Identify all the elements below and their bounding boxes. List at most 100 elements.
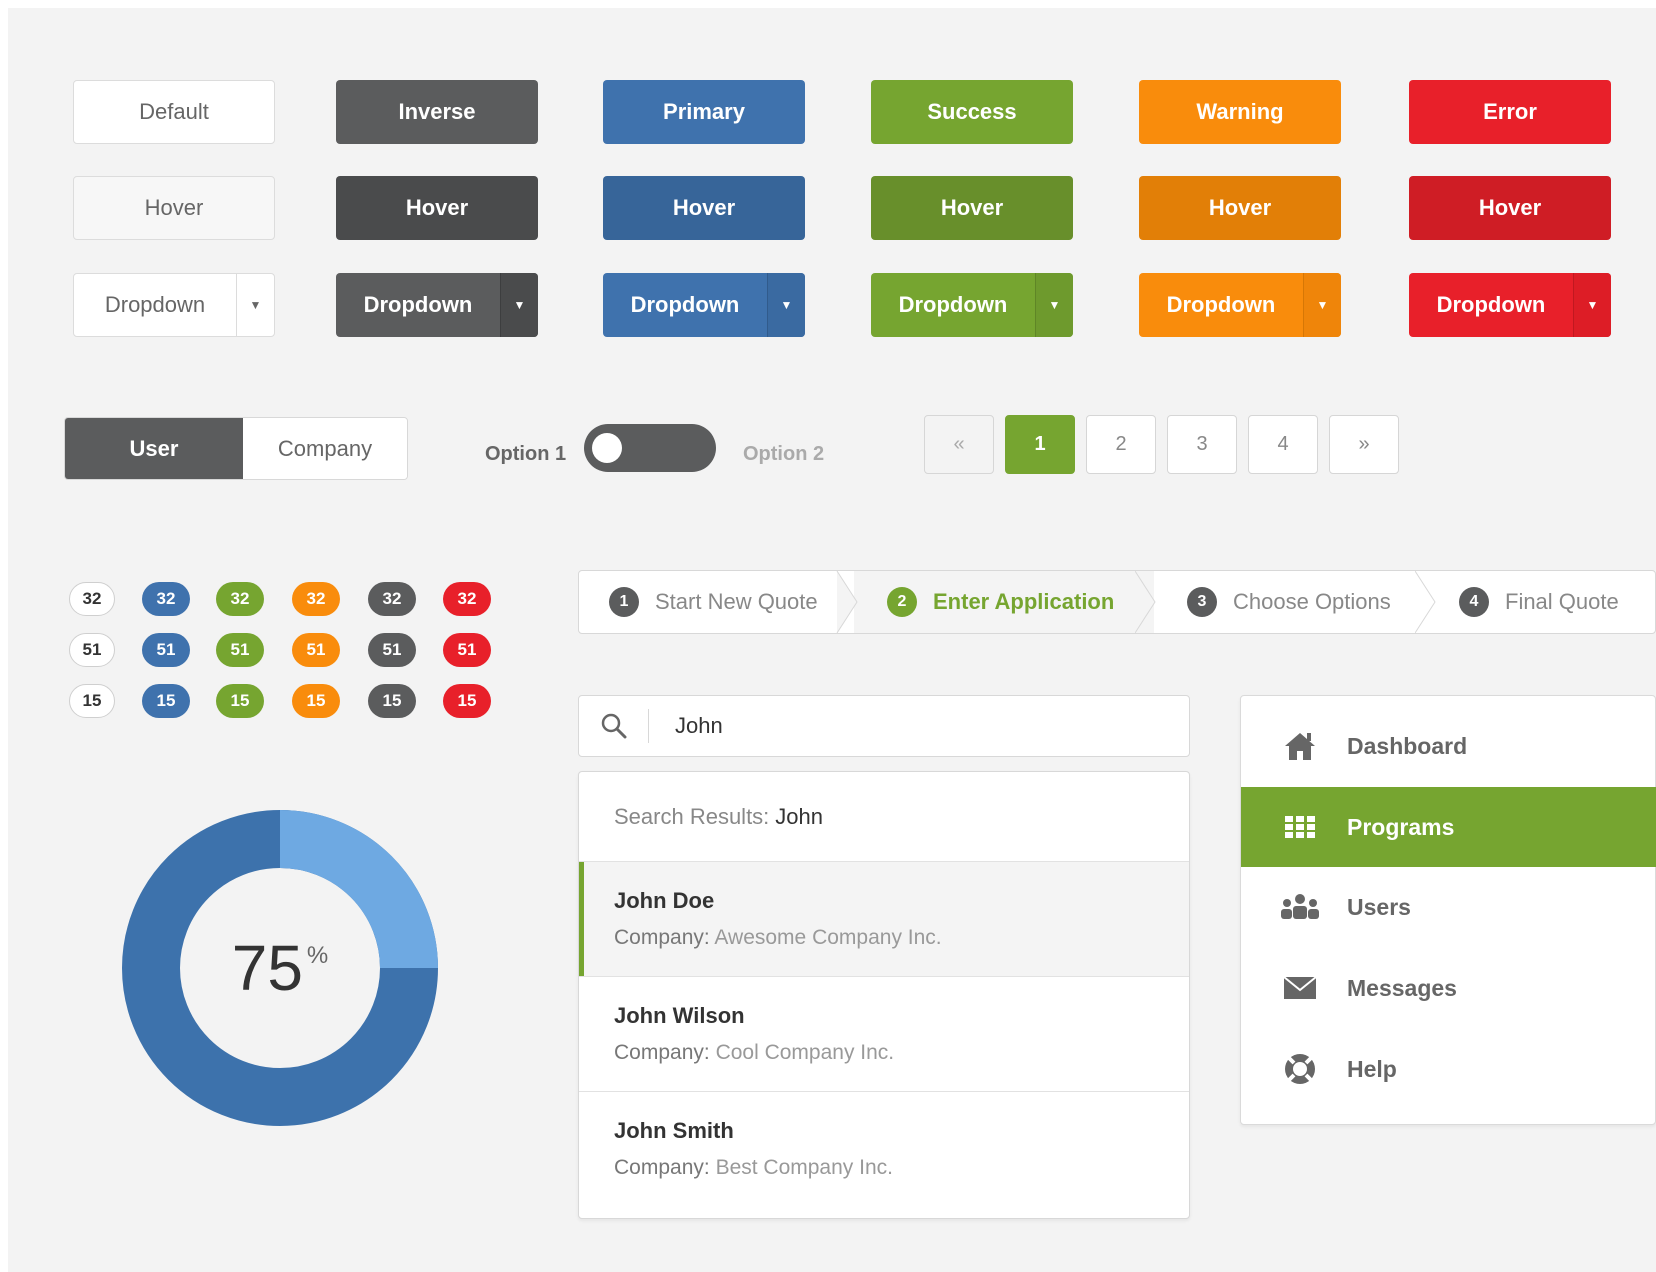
progress-donut-chart: 75 % bbox=[118, 806, 442, 1130]
success-hover-button[interactable]: Hover bbox=[871, 176, 1073, 240]
badge-inverse: 51 bbox=[368, 633, 416, 667]
badge-success: 51 bbox=[216, 633, 264, 667]
warning-hover-button[interactable]: Hover bbox=[1139, 176, 1341, 240]
primary-dropdown-button[interactable]: Dropdown ▼ bbox=[603, 273, 805, 337]
dropdown-label: Dropdown bbox=[630, 292, 740, 317]
step-final-quote[interactable]: 4 Final Quote bbox=[1459, 571, 1619, 633]
pagination-next-button[interactable]: » bbox=[1329, 415, 1399, 474]
pagination-page-1[interactable]: 1 bbox=[1005, 415, 1075, 474]
step-enter-application[interactable]: 2 Enter Application bbox=[887, 571, 1114, 633]
nav-item-programs[interactable]: Programs bbox=[1241, 787, 1656, 867]
search-results-heading: Search Results: John bbox=[579, 772, 1189, 862]
pagination-page-4[interactable]: 4 bbox=[1248, 415, 1318, 474]
toggle-knob bbox=[592, 433, 622, 463]
caret-down-icon[interactable]: ▼ bbox=[767, 273, 805, 337]
nav-label: Messages bbox=[1347, 974, 1457, 1001]
segment-user[interactable]: User bbox=[65, 418, 243, 479]
search-input[interactable] bbox=[675, 713, 1155, 739]
nav-item-help[interactable]: Help bbox=[1241, 1029, 1656, 1109]
badge-primary: 15 bbox=[142, 684, 190, 718]
donut-value: 75 % bbox=[118, 806, 442, 1130]
error-hover-button[interactable]: Hover bbox=[1409, 176, 1611, 240]
dropdown-label: Dropdown bbox=[363, 292, 473, 317]
default-hover-button[interactable]: Hover bbox=[73, 176, 275, 240]
primary-button[interactable]: Primary bbox=[603, 80, 805, 144]
success-dropdown-button[interactable]: Dropdown ▼ bbox=[871, 273, 1073, 337]
badge-default: 51 bbox=[69, 633, 115, 667]
dropdown-label: Dropdown bbox=[898, 292, 1008, 317]
result-item[interactable]: John Doe Company: Awesome Company Inc. bbox=[579, 862, 1189, 977]
segment-company[interactable]: Company bbox=[243, 418, 407, 479]
nav-label: Help bbox=[1347, 1055, 1397, 1082]
pagination-page-3[interactable]: 3 bbox=[1167, 415, 1237, 474]
donut-value-unit: % bbox=[306, 942, 329, 969]
inverse-button[interactable]: Inverse bbox=[336, 80, 538, 144]
default-dropdown-button[interactable]: Dropdown ▼ bbox=[73, 273, 275, 337]
warning-dropdown-button[interactable]: Dropdown ▼ bbox=[1139, 273, 1341, 337]
user-company-segmented-control: User Company bbox=[64, 417, 408, 480]
result-name: John Wilson bbox=[614, 1003, 745, 1028]
search-icon[interactable] bbox=[579, 709, 649, 743]
caret-down-icon[interactable]: ▼ bbox=[1035, 273, 1073, 337]
caret-down-icon[interactable]: ▼ bbox=[1303, 273, 1341, 337]
step-start-new-quote[interactable]: 1 Start New Quote bbox=[609, 571, 818, 633]
warning-button[interactable]: Warning bbox=[1139, 80, 1341, 144]
nav-label: Users bbox=[1347, 893, 1411, 920]
lifebuoy-icon bbox=[1271, 1053, 1329, 1085]
step-number: 3 bbox=[1187, 587, 1217, 617]
search-box bbox=[578, 695, 1190, 757]
inverse-hover-button[interactable]: Hover bbox=[336, 176, 538, 240]
results-heading-label: Search Results: bbox=[614, 803, 770, 829]
option-toggle-switch[interactable] bbox=[584, 424, 716, 472]
pagination-prev-button[interactable]: « bbox=[924, 415, 994, 474]
result-name: John Doe bbox=[614, 888, 715, 913]
result-company: Company: Awesome Company Inc. bbox=[614, 926, 942, 950]
company-key: Company: bbox=[614, 1041, 710, 1064]
home-icon bbox=[1271, 730, 1329, 762]
badge-inverse: 32 bbox=[368, 582, 416, 616]
success-button[interactable]: Success bbox=[871, 80, 1073, 144]
default-button[interactable]: Default bbox=[73, 80, 275, 144]
step-number: 1 bbox=[609, 587, 639, 617]
badge-error: 51 bbox=[443, 633, 491, 667]
nav-label: Dashboard bbox=[1347, 732, 1468, 759]
donut-value-number: 75 bbox=[231, 932, 303, 1004]
step-choose-options[interactable]: 3 Choose Options bbox=[1187, 571, 1391, 633]
step-number: 4 bbox=[1459, 587, 1489, 617]
caret-down-icon[interactable]: ▼ bbox=[500, 273, 538, 337]
results-query: John bbox=[775, 803, 824, 829]
badge-primary: 51 bbox=[142, 633, 190, 667]
nav-label: Programs bbox=[1347, 813, 1455, 840]
nav-item-messages[interactable]: Messages bbox=[1241, 948, 1656, 1028]
nav-item-dashboard[interactable]: Dashboard bbox=[1241, 706, 1656, 786]
result-company: Company: Cool Company Inc. bbox=[614, 1041, 894, 1065]
badge-warning: 32 bbox=[292, 582, 340, 616]
error-dropdown-button[interactable]: Dropdown ▼ bbox=[1409, 273, 1611, 337]
envelope-icon bbox=[1271, 976, 1329, 1000]
inverse-dropdown-button[interactable]: Dropdown ▼ bbox=[336, 273, 538, 337]
step-label: Start New Quote bbox=[655, 589, 818, 614]
caret-down-icon[interactable]: ▼ bbox=[1573, 273, 1611, 337]
search-results-panel: Search Results: John John Doe Company: A… bbox=[578, 771, 1190, 1219]
step-label: Choose Options bbox=[1233, 589, 1391, 614]
caret-down-icon[interactable]: ▼ bbox=[236, 274, 274, 336]
badge-warning: 51 bbox=[292, 633, 340, 667]
primary-hover-button[interactable]: Hover bbox=[603, 176, 805, 240]
badge-success: 32 bbox=[216, 582, 264, 616]
step-label: Enter Application bbox=[933, 589, 1115, 614]
dropdown-label: Dropdown bbox=[1166, 292, 1276, 317]
result-item[interactable]: John Wilson Company: Cool Company Inc. bbox=[579, 977, 1189, 1092]
company-value: Awesome Company Inc. bbox=[714, 926, 942, 949]
result-item[interactable]: John Smith Company: Best Company Inc. bbox=[579, 1092, 1189, 1207]
nav-item-users[interactable]: Users bbox=[1241, 867, 1656, 947]
badge-inverse: 15 bbox=[368, 684, 416, 718]
step-number: 2 bbox=[887, 587, 917, 617]
company-key: Company: bbox=[614, 926, 710, 949]
step-chevron bbox=[1415, 571, 1436, 633]
wizard-steps: 1 Start New Quote 2 Enter Application 3 … bbox=[578, 570, 1656, 634]
result-company: Company: Best Company Inc. bbox=[614, 1156, 893, 1180]
result-name: John Smith bbox=[614, 1118, 734, 1143]
error-button[interactable]: Error bbox=[1409, 80, 1611, 144]
step-label: Final Quote bbox=[1505, 589, 1619, 614]
pagination-page-2[interactable]: 2 bbox=[1086, 415, 1156, 474]
